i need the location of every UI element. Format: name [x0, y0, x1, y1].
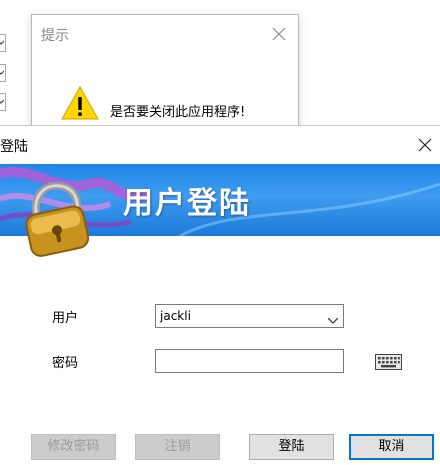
login-window: 登陆 用户登陆 用户 jackli 密码 修改密码 注销 登陆 取消	[0, 125, 440, 465]
close-icon[interactable]	[272, 26, 286, 41]
close-icon[interactable]	[418, 137, 432, 152]
padlock-icon	[18, 178, 98, 262]
change-password-button[interactable]: 修改密码	[31, 434, 116, 460]
password-input[interactable]	[155, 349, 344, 373]
screen: 提示 是否要关闭此应用程序! 登陆 用户登陆 用户 jackli 密码 修改密码…	[0, 0, 440, 465]
user-select-value: jackli	[160, 309, 191, 323]
banner-title: 用户登陆	[123, 186, 251, 221]
logout-button[interactable]: 注销	[135, 434, 220, 460]
background-dropdown-3[interactable]	[0, 93, 6, 111]
window-title: 登陆	[0, 139, 28, 155]
prompt-message: 是否要关闭此应用程序!	[110, 105, 246, 120]
chevron-down-icon[interactable]	[327, 313, 339, 327]
password-label: 密码	[52, 356, 79, 371]
warning-icon	[60, 85, 100, 125]
background-dropdown-2[interactable]	[0, 64, 6, 82]
login-button[interactable]: 登陆	[249, 434, 334, 460]
user-label: 用户	[52, 311, 79, 326]
title-bar: 登陆	[0, 126, 440, 164]
prompt-title: 提示	[41, 28, 69, 44]
cancel-button[interactable]: 取消	[349, 434, 434, 460]
keyboard-icon[interactable]	[375, 354, 402, 374]
background-dropdown-1[interactable]	[0, 34, 6, 52]
user-select[interactable]: jackli	[155, 304, 344, 328]
prompt-dialog: 提示 是否要关闭此应用程序!	[31, 14, 299, 134]
